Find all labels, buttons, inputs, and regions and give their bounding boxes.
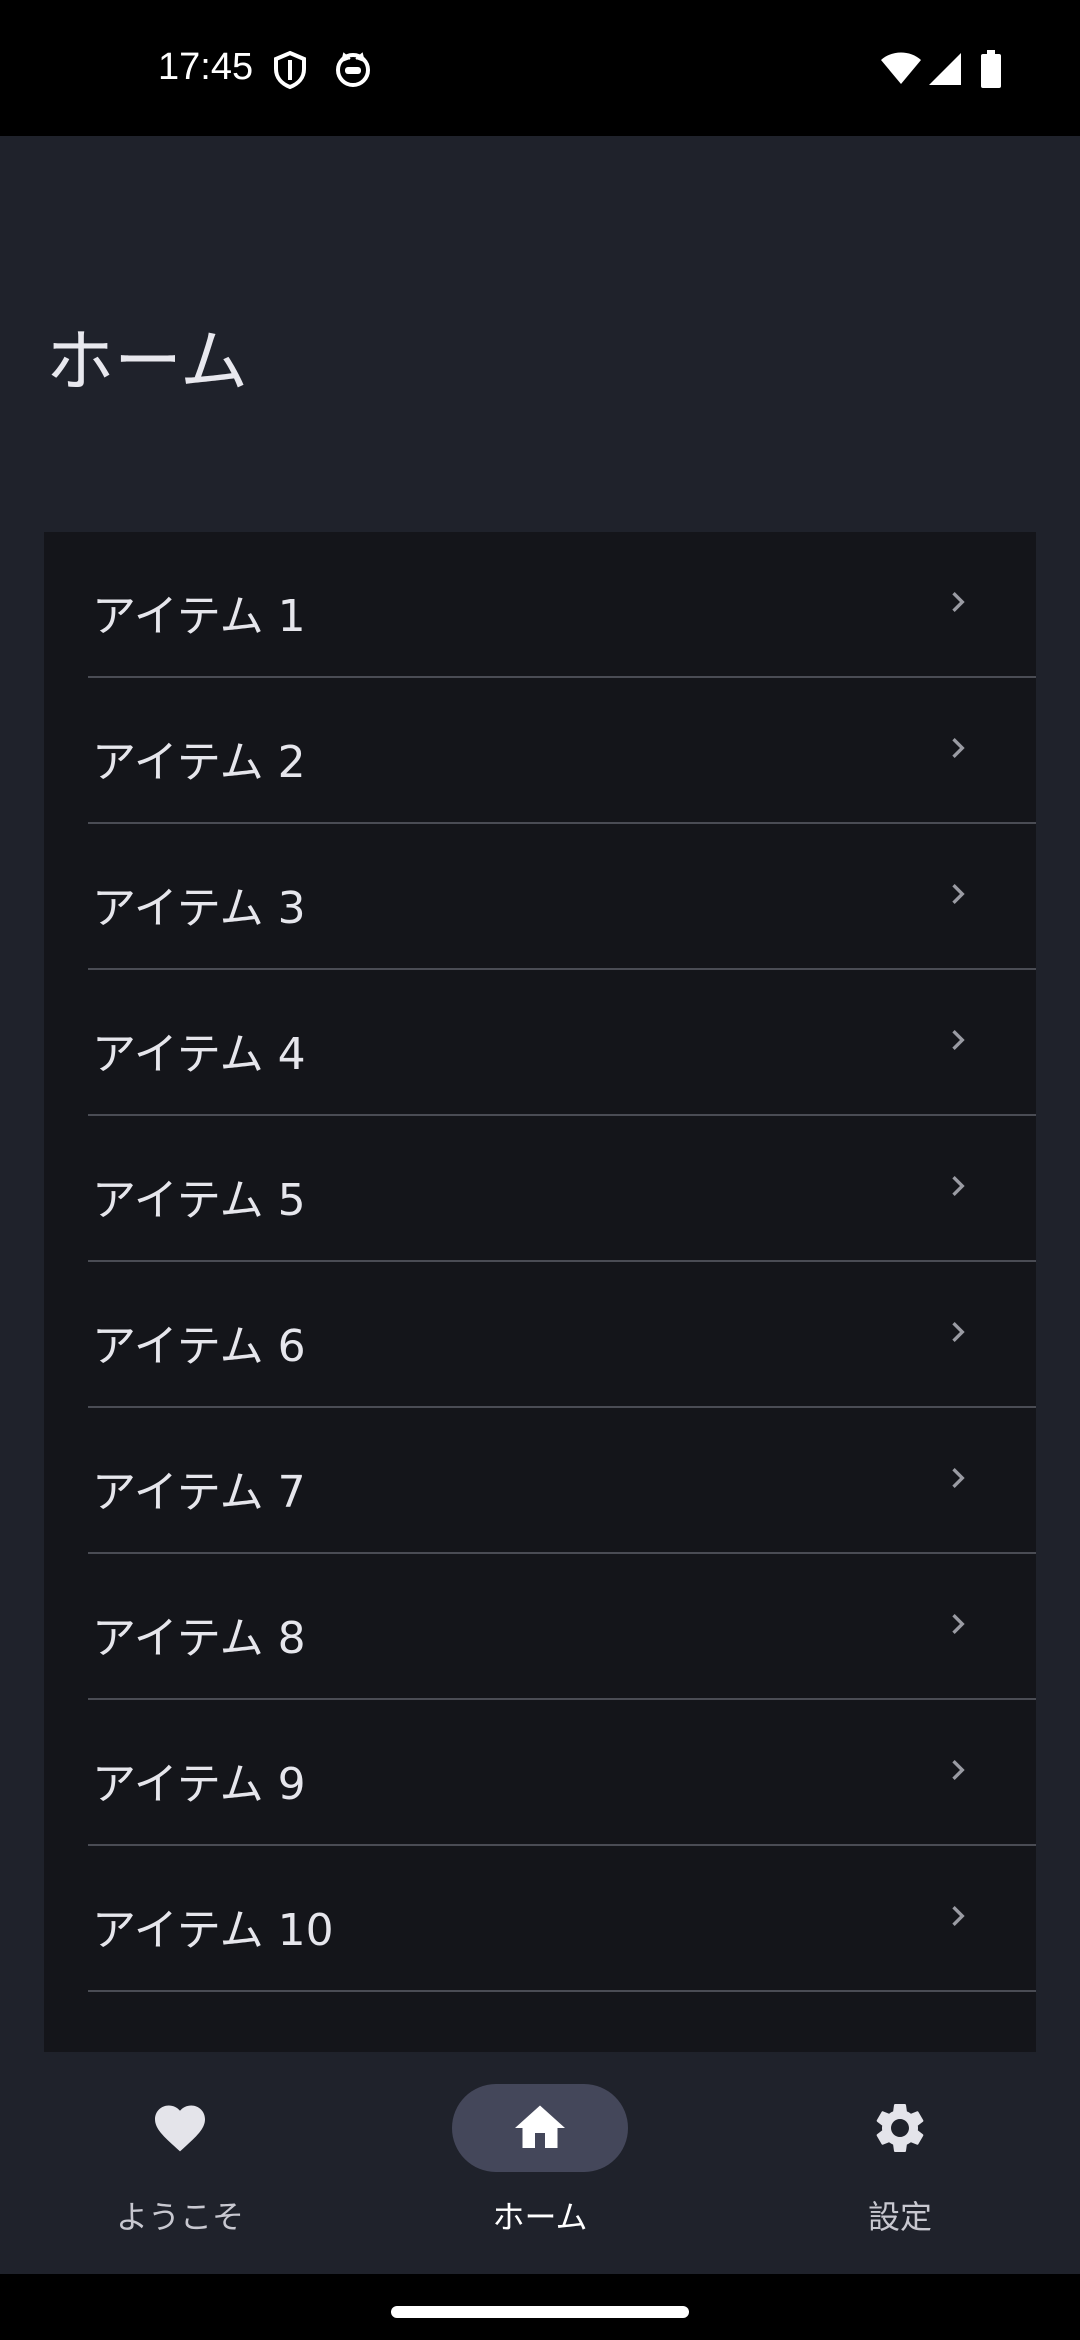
list-item-label: アイテム 9	[92, 1759, 306, 1810]
wifi-icon	[880, 52, 922, 90]
signal-icon	[928, 52, 962, 90]
list-item-label: アイテム 8	[92, 1613, 306, 1664]
chevron-right-icon	[938, 2042, 978, 2052]
nav-label-settings: 設定	[867, 2198, 932, 2236]
chevron-right-icon	[938, 1312, 978, 1352]
list-item[interactable]: アイテム 5	[88, 1116, 1036, 1262]
list-item-label: アイテム 1	[92, 591, 306, 642]
status-bar: 17:45	[0, 0, 1080, 136]
bottom-navigation: ようこそ ホーム 設定	[0, 2052, 1080, 2274]
chevron-right-icon	[938, 1458, 978, 1498]
chevron-right-icon	[938, 1020, 978, 1060]
chevron-right-icon	[938, 1604, 978, 1644]
list-item-label: アイテム 6	[92, 1321, 306, 1372]
list-item[interactable]: アイテム 3	[88, 824, 1036, 970]
page-title: ホーム	[46, 323, 248, 402]
list-item[interactable]: アイテム 7	[88, 1408, 1036, 1554]
list-item[interactable]: アイテム 4	[88, 970, 1036, 1116]
home-icon	[510, 2098, 570, 2158]
list-item[interactable]: アイテム 2	[88, 678, 1036, 824]
list-item-label: アイテム 11	[92, 2040, 334, 2052]
chevron-right-icon	[938, 582, 978, 622]
gear-icon	[870, 2098, 930, 2158]
nav-item-settings[interactable]: 設定	[720, 2052, 1080, 2274]
nav-label-home: ホーム	[492, 2198, 588, 2236]
list-item-label: アイテム 4	[92, 1029, 306, 1080]
chevron-right-icon	[938, 1166, 978, 1206]
chevron-right-icon	[938, 1750, 978, 1790]
chevron-right-icon	[938, 874, 978, 914]
cat-icon	[334, 50, 372, 92]
nav-item-home[interactable]: ホーム	[360, 2052, 720, 2274]
status-time: 17:45	[158, 46, 254, 88]
list-item-label: アイテム 7	[92, 1467, 306, 1518]
list-item-label: アイテム 2	[92, 737, 306, 788]
chevron-right-icon	[938, 1896, 978, 1936]
nav-item-welcome[interactable]: ようこそ	[0, 2052, 360, 2274]
list-item-label: アイテム 5	[92, 1175, 306, 1226]
list-item[interactable]: アイテム 11	[88, 1992, 1036, 2052]
list-item-label: アイテム 3	[92, 883, 306, 934]
item-list: アイテム 1 アイテム 2 アイテム 3 アイテム 4 アイテム 5 アイテム 6 アイテム…	[44, 532, 1036, 2052]
list-item-label: アイテム 10	[92, 1905, 334, 1956]
heart-icon	[150, 2098, 210, 2158]
list-item[interactable]: アイテム 1	[88, 532, 1036, 678]
nav-label-welcome: ようこそ	[115, 2198, 244, 2236]
list-item[interactable]: アイテム 6	[88, 1262, 1036, 1408]
list-item[interactable]: アイテム 8	[88, 1554, 1036, 1700]
battery-icon	[980, 50, 1002, 92]
chevron-right-icon	[938, 728, 978, 768]
gesture-handle[interactable]	[391, 2306, 689, 2318]
shield-icon	[272, 50, 308, 94]
list-item[interactable]: アイテム 9	[88, 1700, 1036, 1846]
list-item[interactable]: アイテム 10	[88, 1846, 1036, 1992]
